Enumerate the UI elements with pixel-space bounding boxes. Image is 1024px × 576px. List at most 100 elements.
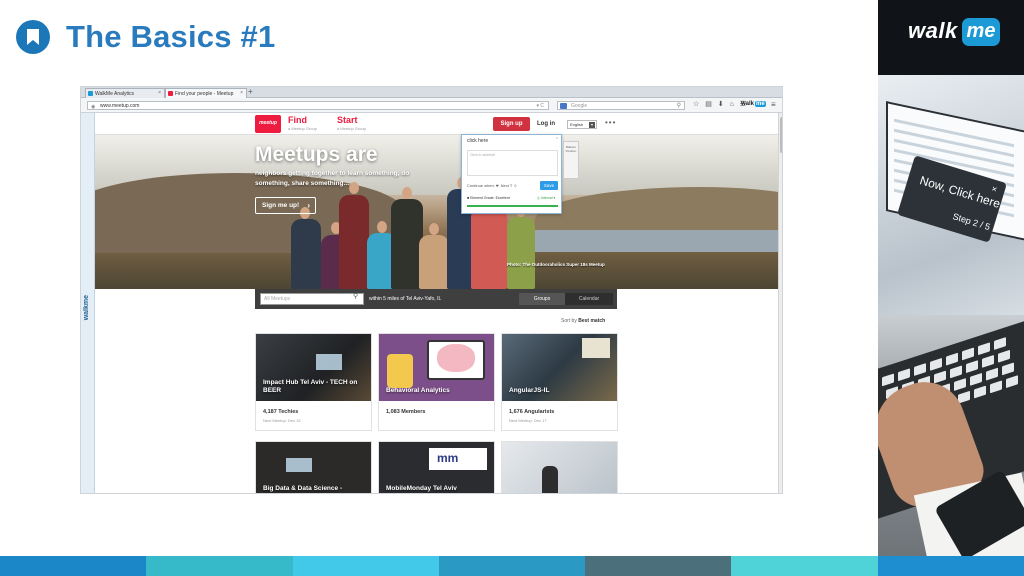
close-icon: × [990,183,999,195]
group-card-count: 1,676 Angularists [509,409,555,415]
walkme-editor-popup: click here × Click to add/edit Continue … [461,134,562,214]
sign-up-button[interactable]: Sign up [493,117,530,131]
meetup-search-bar: All Meetups ⚲ within 5 miles of Tel Aviv… [255,289,617,309]
group-card-title: Impact Hub Tel Aviv - TECH on BEER [263,379,358,394]
group-card-count: 1,083 Members [386,409,426,415]
color-bar-segment [146,556,293,576]
color-bar-segment [292,556,439,576]
hero-title: Meetups are [255,143,378,166]
group-card[interactable]: Big Data & Data Science - [255,441,372,493]
new-tab-button[interactable]: + [248,87,253,97]
close-icon[interactable]: × [556,135,558,140]
slide-title: The Basics #1 [66,19,276,54]
group-card-title: MobileMonday Tel Aviv [386,485,457,492]
walkme-logo-me: me [962,18,1000,46]
groups-toggle[interactable]: Groups [519,293,565,305]
url-input[interactable]: ◉ www.meetup.com ▾ C [87,101,549,110]
color-bar-segment [731,556,878,576]
group-card-count: 4,187 Techies [263,409,299,415]
keyboard-photo [878,315,1024,556]
meetup-logo[interactable]: meetup [255,115,281,133]
location-filter[interactable]: within 5 miles of Tel Aviv-Yafo, IL [369,296,441,302]
group-card-title: Behavioral Analytics [386,387,450,394]
walkme-toolbar-logo[interactable]: walk me [740,101,766,107]
group-card[interactable] [501,441,618,493]
bookmark-icon [16,20,50,54]
interval-select[interactable]: ◎ Interval ▾ [537,196,555,200]
balloon-position-control[interactable]: Balloon Position [563,141,579,179]
browser-tab-bar: WalkMe Analytics × Find your people - Me… [81,87,782,98]
google-icon [560,103,567,109]
more-menu[interactable]: ••• [605,118,616,127]
editor-save-button[interactable]: Save [540,181,558,190]
group-card-next: Next Meetup: Dec 15 [263,418,301,423]
walkme-logo-walk: walk [741,101,755,107]
editor-continue-tools[interactable]: Continue when: ☛ Next T ☺ [467,183,517,188]
tab-walkme-analytics[interactable]: WalkMe Analytics × [85,88,165,98]
sort-value: Best match [578,318,606,324]
sort-by[interactable]: Sort by Best match [561,318,605,324]
group-card-image: AngularJS-IL [502,334,617,401]
chevron-right-icon: › [307,201,310,210]
tab-label: Find your people - Meetup [175,91,234,97]
scrollbar-thumb[interactable] [780,117,782,153]
group-card-image: Behavioral Analytics [379,334,494,401]
nav-start[interactable]: Start [337,115,358,125]
walkme-side-tab-label: walkme [83,295,90,321]
calendar-toggle[interactable]: Calendar [565,293,613,305]
photo-credit: Photo: The Outdooraholics Super 18s Meet… [507,262,605,267]
editor-title-input[interactable]: click here [467,138,488,144]
laptop-photo: × Now, Click here Step 2 / 5 [878,75,1024,315]
group-card[interactable]: Impact Hub Tel Aviv - TECH on BEER 4,187… [255,333,372,431]
nav-find[interactable]: Find [288,115,307,125]
search-placeholder: Google [571,103,588,109]
tab-meetup[interactable]: Find your people - Meetup × [165,88,247,98]
walkme-logo-walk: walk [908,18,958,43]
bottom-color-bar [0,556,1024,576]
language-select[interactable]: English ▾ [567,120,597,129]
menu-icon[interactable]: ≡ [771,100,776,109]
scrollbar[interactable] [778,113,782,493]
meetup-header: meetup Find a Meetup Group Start a Meetu… [95,113,778,135]
walkme-logo: walk me [878,0,1024,75]
walkme-side-tab[interactable]: walkme [81,113,95,493]
close-icon[interactable]: × [158,90,161,96]
walkme-logo-me: me [755,101,766,107]
group-card-title: AngularJS-IL [509,387,550,394]
group-card[interactable]: Behavioral Analytics 1,083 Members [378,333,495,431]
url-text: www.meetup.com [100,103,140,109]
close-icon[interactable]: × [240,90,243,96]
log-in-link[interactable]: Log in [537,121,555,127]
grade-progress-bar [467,205,558,207]
color-bar-segment [585,556,732,576]
hero-subtitle: neighbors getting together to learn some… [255,170,410,187]
address-bar-row: ◉ www.meetup.com ▾ C Google ⚲ ☆ ▤ ⬇ ⌂ ☰ … [81,98,782,113]
group-card[interactable]: AngularJS-IL 1,676 Angularists Next Meet… [501,333,618,431]
language-value: English [570,122,584,127]
find-meetups-input[interactable]: All Meetups [260,293,364,305]
group-card-title: Big Data & Data Science - [263,485,343,492]
color-bar-segment [438,556,586,576]
tab-label: WalkMe Analytics [95,91,134,97]
meetup-favicon-icon [168,91,173,96]
slide: The Basics #1 WalkMe Analytics × Find yo… [0,0,1024,576]
search-icon[interactable]: ⚲ [353,292,358,300]
nav-find-sub: a Meetup Group [288,126,317,131]
meetup-page: meetup Find a Meetup Group Start a Meetu… [95,113,778,493]
browser-search-input[interactable]: Google ⚲ [557,101,685,110]
search-icon[interactable]: ⚲ [677,102,681,110]
browser-screenshot: WalkMe Analytics × Find your people - Me… [80,86,783,494]
chevron-down-icon: ▾ [589,122,595,128]
sort-label: Sort by [561,318,577,324]
group-card-next: Next Meetup: Dec 17 [509,418,547,423]
group-card[interactable]: mm MobileMonday Tel Aviv [378,441,495,493]
sign-me-up-button[interactable]: Sign me up! › [255,197,316,214]
globe-icon: ◉ [91,104,96,110]
sign-me-up-label: Sign me up! [262,202,300,209]
element-grade: ■ Element Grade: Excellent [467,196,510,200]
tooltip-step: Step 2 / 5 [951,211,992,233]
walkme-favicon-icon [88,91,93,96]
nav-start-sub: a Meetup Group [337,126,366,131]
reload-icon[interactable]: ▾ C [536,102,544,110]
editor-description-textarea[interactable]: Click to add/edit [467,150,558,176]
